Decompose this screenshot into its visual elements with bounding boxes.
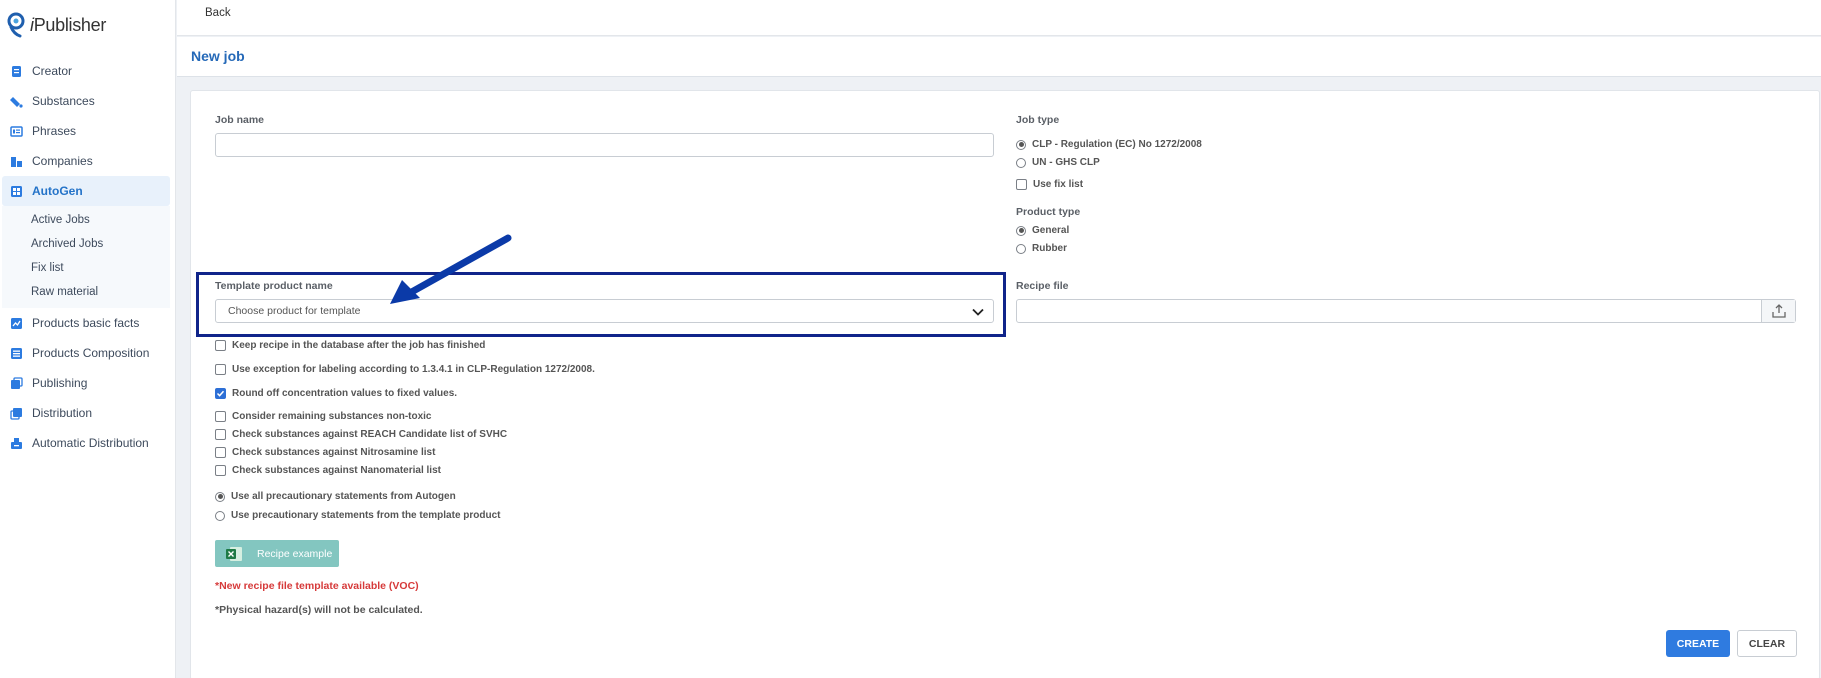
sidebar: iPublisher Creator Substances Phrases Co… xyxy=(0,0,176,678)
radio-button[interactable] xyxy=(1016,157,1026,168)
sidebar-item-companies[interactable]: Companies xyxy=(0,146,176,176)
document-icon xyxy=(12,65,21,77)
nanomaterial-checkbox[interactable]: Check substances against Nanomaterial li… xyxy=(215,465,441,476)
sidebar-item-phrases[interactable]: Phrases xyxy=(0,116,176,146)
chart-icon xyxy=(11,317,22,329)
radio-button-checked[interactable] xyxy=(1016,225,1026,236)
title-bar: New job xyxy=(177,37,1821,77)
create-button[interactable]: CREATE xyxy=(1666,630,1730,657)
use-exception-checkbox[interactable]: Use exception for labeling according to … xyxy=(215,364,595,375)
page-title: New job xyxy=(191,48,245,64)
checkbox-box[interactable] xyxy=(215,340,226,351)
autogen-submenu: Active Jobs Archived Jobs Fix list Raw m… xyxy=(2,206,170,308)
recipe-file-input[interactable] xyxy=(1016,299,1796,323)
sidebar-item-autogen[interactable]: AutoGen xyxy=(2,176,170,206)
sidebar-subitem-raw-material[interactable]: Raw material xyxy=(2,280,170,304)
annotation-arrow-icon xyxy=(390,234,512,304)
physical-hazard-note: *Physical hazard(s) will not be calculat… xyxy=(215,604,423,616)
flask-icon xyxy=(10,96,23,108)
product-type-rubber-radio[interactable]: Rubber xyxy=(1016,243,1067,254)
chevron-down-icon xyxy=(972,308,984,316)
checkbox-box[interactable] xyxy=(1016,179,1027,190)
template-product-placeholder: Choose product for template xyxy=(228,305,361,317)
radio-button-checked[interactable] xyxy=(215,491,225,502)
checkbox-box[interactable] xyxy=(215,411,226,422)
upload-button[interactable] xyxy=(1761,300,1795,322)
sidebar-item-distribution[interactable]: Distribution xyxy=(0,398,176,428)
top-bar: Back xyxy=(177,0,1821,36)
reach-svhc-checkbox[interactable]: Check substances against REACH Candidate… xyxy=(215,429,507,440)
job-name-label: Job name xyxy=(215,114,265,126)
clear-button[interactable]: CLEAR xyxy=(1737,630,1797,657)
checkbox-box[interactable] xyxy=(215,447,226,458)
job-name-input[interactable] xyxy=(215,133,994,157)
sidebar-subitem-archived-jobs[interactable]: Archived Jobs xyxy=(2,232,170,256)
non-toxic-checkbox[interactable]: Consider remaining substances non-toxic xyxy=(215,411,431,422)
checkbox-box[interactable] xyxy=(215,465,226,476)
job-type-clp-radio[interactable]: CLP - Regulation (EC) No 1272/2008 xyxy=(1016,139,1202,150)
recipe-example-button[interactable]: Recipe example xyxy=(215,540,339,567)
radio-button[interactable] xyxy=(1016,243,1026,254)
checkbox-box[interactable] xyxy=(215,364,226,375)
template-product-select[interactable]: Choose product for template xyxy=(215,299,994,323)
sidebar-subitem-active-jobs[interactable]: Active Jobs xyxy=(2,208,170,232)
sidebar-subitem-fix-list[interactable]: Fix list xyxy=(2,256,170,280)
sidebar-nav: Creator Substances Phrases Companies Aut… xyxy=(0,56,176,458)
product-type-general-radio[interactable]: General xyxy=(1016,225,1069,236)
radio-button-checked[interactable] xyxy=(1016,139,1026,150)
round-off-checkbox[interactable]: Round off concentration values to fixed … xyxy=(215,388,457,399)
job-type-label: Job type xyxy=(1016,114,1060,126)
checkbox-box-checked[interactable] xyxy=(215,388,226,399)
job-type-ghs-radio[interactable]: UN - GHS CLP xyxy=(1016,157,1100,168)
logo-icon xyxy=(7,12,25,38)
app-logo[interactable]: iPublisher xyxy=(6,12,106,38)
excel-icon xyxy=(226,546,242,561)
sidebar-item-products-composition[interactable]: Products Composition xyxy=(0,338,176,368)
new-job-form-card xyxy=(190,90,1820,678)
recipe-file-label: Recipe file xyxy=(1016,280,1069,292)
publish-icon xyxy=(11,376,23,389)
checkbox-box[interactable] xyxy=(215,429,226,440)
sidebar-item-products-basic-facts[interactable]: Products basic facts xyxy=(0,308,176,338)
brand-name: iPublisher xyxy=(30,14,107,35)
back-link[interactable]: Back xyxy=(205,7,231,19)
copy-icon xyxy=(10,407,22,420)
tray-icon xyxy=(11,437,22,449)
radio-button[interactable] xyxy=(215,510,225,521)
sidebar-item-automatic-distribution[interactable]: Automatic Distribution xyxy=(0,428,176,458)
upload-icon xyxy=(1771,304,1786,318)
sidebar-item-creator[interactable]: Creator xyxy=(0,56,176,86)
product-type-label: Product type xyxy=(1016,206,1081,218)
use-fix-list-checkbox[interactable]: Use fix list xyxy=(1016,179,1083,190)
nitrosamine-checkbox[interactable]: Check substances against Nitrosamine lis… xyxy=(215,447,435,458)
template-product-name-label: Template product name xyxy=(215,280,333,292)
layers-icon xyxy=(11,347,22,359)
new-recipe-template-link[interactable]: *New recipe file template available (VOC… xyxy=(215,580,419,592)
building-icon xyxy=(11,156,22,167)
grid-icon xyxy=(11,185,22,197)
precautionary-template-radio[interactable]: Use precautionary statements from the te… xyxy=(215,510,501,521)
checkmark-icon xyxy=(216,390,225,397)
list-icon xyxy=(10,125,23,137)
keep-recipe-checkbox[interactable]: Keep recipe in the database after the jo… xyxy=(215,340,485,351)
sidebar-item-publishing[interactable]: Publishing xyxy=(0,368,176,398)
sidebar-item-substances[interactable]: Substances xyxy=(0,86,176,116)
precautionary-autogen-radio[interactable]: Use all precautionary statements from Au… xyxy=(215,491,456,502)
